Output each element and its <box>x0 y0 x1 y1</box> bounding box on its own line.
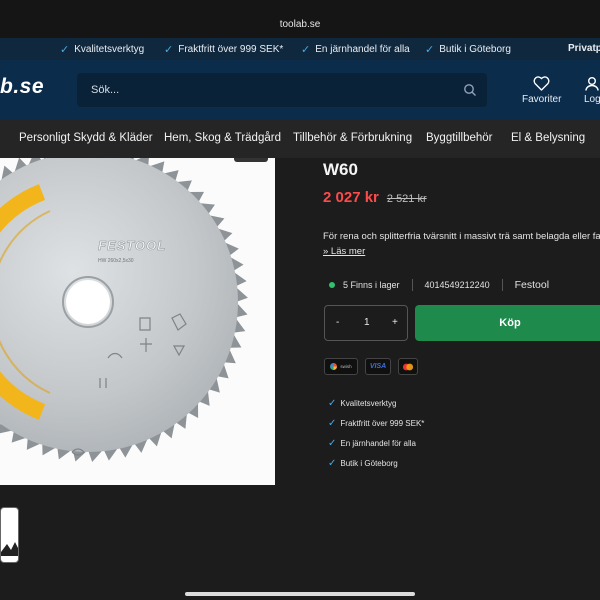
usp-list-item: ✓ En järnhandel för alla <box>328 437 416 449</box>
stock-status: 5 Finns i lager <box>343 280 400 290</box>
product-description: För rena och splitterfria tvärsnitt i ma… <box>323 231 600 242</box>
quantity-value[interactable]: 1 <box>364 317 370 328</box>
usp-item: ✓ Fraktfritt över 999 SEK* <box>164 44 284 56</box>
favorites-label: Favoriter <box>522 94 562 105</box>
heart-icon <box>533 76 550 91</box>
browser-url-bar[interactable]: toolab.se <box>0 0 600 38</box>
login-button[interactable]: Log <box>584 76 600 105</box>
current-price: 2 027 kr <box>323 189 379 206</box>
favorites-button[interactable]: Favoriter <box>522 76 561 105</box>
site-logo[interactable]: b.se <box>0 75 44 99</box>
nav-item-building[interactable]: Byggtillbehör <box>426 132 492 144</box>
usp-list-item: ✓ Kvalitetsverktyg <box>328 397 397 409</box>
product-title: W60 <box>323 160 358 179</box>
usp-top-bar: ✓ Kvalitetsverktyg ✓ Fraktfritt över 999 S… <box>0 38 600 60</box>
ean-number: 4014549212240 <box>424 280 490 290</box>
mastercard-logo-icon <box>402 363 414 370</box>
nav-item-electrical[interactable]: El & Belysning <box>511 132 585 144</box>
search-input[interactable] <box>91 81 431 99</box>
blade-arbor-hole <box>66 280 110 324</box>
payment-methods: swish VISA <box>324 358 418 375</box>
check-icon: ✓ <box>328 437 337 449</box>
quantity-stepper: - 1 + <box>324 305 408 341</box>
stock-info-row: 5 Finns i lager 4014549212240 Festool <box>329 279 549 291</box>
decrease-quantity-button[interactable]: - <box>336 317 339 328</box>
site-header: b.se Favoriter Log <box>0 60 600 120</box>
blade-model-text: HW 260x2,5x30 <box>98 258 134 264</box>
usp-list-item: ✓ Butik i Göteborg <box>328 457 398 469</box>
read-more-link[interactable]: » Läs mer <box>323 246 365 257</box>
usp-item: ✓ En järnhandel för alla <box>301 44 410 56</box>
swish-payment-icon: swish <box>324 358 358 375</box>
check-icon: ✓ <box>328 457 337 469</box>
price-row: 2 027 kr 2 521 kr <box>323 189 427 206</box>
divider <box>411 279 413 291</box>
check-icon: ✓ <box>425 44 435 56</box>
usp-list-item: ✓ Fraktfritt över 999 SEK* <box>328 417 425 429</box>
check-icon: ✓ <box>328 417 337 429</box>
in-stock-dot-icon <box>329 282 335 288</box>
check-icon: ✓ <box>60 44 70 56</box>
product-thumbnail[interactable] <box>0 507 19 563</box>
home-indicator[interactable] <box>185 592 415 596</box>
search-icon[interactable] <box>463 83 477 97</box>
divider <box>501 279 503 291</box>
image-overlay-tab <box>234 158 268 162</box>
check-icon: ✓ <box>164 44 174 56</box>
old-price: 2 521 kr <box>386 193 427 205</box>
saw-blade-image: FESTOOL HW 260x2,5x30 <box>0 158 248 462</box>
private-customer-link[interactable]: Privatp <box>568 43 600 54</box>
mastercard-payment-icon <box>398 358 418 375</box>
product-page: FESTOOL HW 260x2,5x30 W60 2 027 kr 2 521… <box>0 158 600 600</box>
check-icon: ✓ <box>328 397 337 409</box>
search-box[interactable] <box>77 73 487 107</box>
buy-button[interactable]: Köp <box>415 305 600 341</box>
nav-item-home-garden[interactable]: Hem, Skog & Trädgård <box>164 132 281 144</box>
login-label: Log <box>584 94 600 105</box>
blade-brand-text: FESTOOL <box>98 238 166 253</box>
usp-item: ✓ Butik i Göteborg <box>425 44 511 56</box>
url-domain[interactable]: toolab.se <box>0 19 600 30</box>
nav-item-accessories[interactable]: Tillbehör & Förbrukning <box>293 132 412 144</box>
increase-quantity-button[interactable]: + <box>392 317 398 328</box>
check-icon: ✓ <box>301 44 311 56</box>
visa-payment-icon: VISA <box>365 358 391 375</box>
brand-name[interactable]: Festool <box>515 279 549 291</box>
usp-list: ✓ Kvalitetsverktyg ✓ Fraktfritt över 999 S… <box>328 393 424 473</box>
user-icon <box>585 77 600 91</box>
swish-logo-icon <box>330 363 338 370</box>
usp-item: ✓ Kvalitetsverktyg <box>60 44 145 56</box>
category-nav: Personligt Skydd & Kläder Hem, Skog & Tr… <box>0 120 600 158</box>
nav-item-personal-protection[interactable]: Personligt Skydd & Kläder <box>19 132 153 144</box>
product-image[interactable]: FESTOOL HW 260x2,5x30 <box>0 158 275 485</box>
